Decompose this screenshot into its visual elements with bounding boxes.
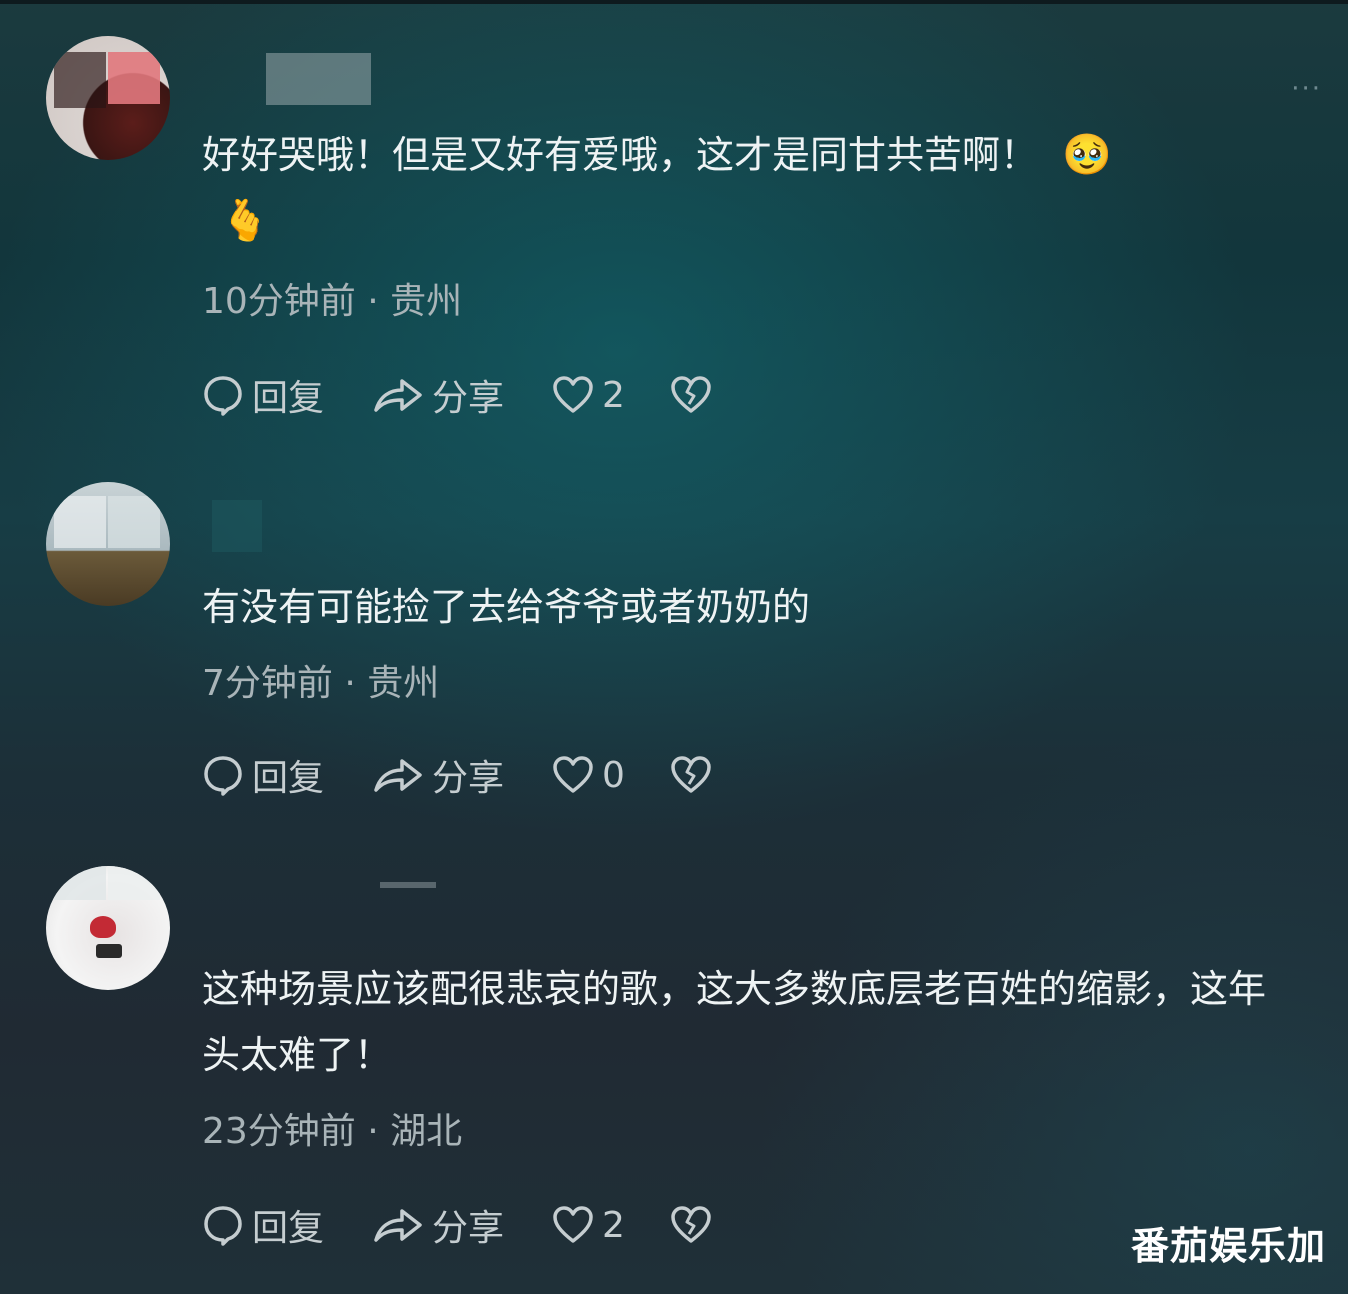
comment-actions: 回复 分享 2 (202, 370, 712, 420)
meta-separator: · (367, 281, 391, 322)
share-label: 分享 (432, 378, 505, 419)
username-blurred[interactable] (212, 500, 262, 552)
heart-icon (553, 376, 593, 413)
dislike-button[interactable] (670, 754, 712, 796)
watermark-text: 番茄娱乐加 (1130, 1224, 1326, 1268)
reply-button[interactable]: 回复 (202, 1199, 372, 1251)
avatar[interactable] (46, 36, 170, 160)
comment-actions: 回复 分享 2 (202, 1200, 712, 1250)
reply-label: 回复 (252, 1208, 325, 1249)
heart-icon (553, 1206, 593, 1243)
share-arrow-icon (374, 759, 422, 792)
share-arrow-icon (374, 1209, 422, 1242)
reply-button[interactable]: 回复 (202, 369, 372, 421)
avatar-heart-decoration (90, 916, 116, 938)
username-blurred[interactable] (380, 882, 436, 888)
share-label: 分享 (432, 758, 505, 799)
like-button[interactable]: 2 (552, 1204, 670, 1246)
reply-bubble-icon (204, 376, 242, 416)
comment-text: 好好哭哦！但是又好有爱哦，这才是同甘共苦啊！ 🥹 🫰 (202, 122, 1282, 254)
broken-heart-icon (671, 1206, 711, 1243)
broken-heart-icon (671, 756, 711, 793)
like-count: 2 (602, 1204, 625, 1246)
avatar[interactable] (46, 866, 170, 990)
dislike-button[interactable] (670, 1204, 712, 1246)
comment-location: 贵州 (390, 281, 463, 322)
avatar[interactable] (46, 482, 170, 606)
broken-heart-icon (671, 376, 711, 413)
dislike-button[interactable] (670, 374, 712, 416)
more-options-icon[interactable]: ··· (1291, 74, 1322, 104)
meta-separator: · (367, 1111, 391, 1152)
like-button[interactable]: 0 (552, 754, 670, 796)
comment-actions: 回复 分享 0 (202, 750, 712, 800)
share-button[interactable]: 分享 (372, 749, 552, 801)
heart-icon (553, 756, 593, 793)
comment-time: 7分钟前 (202, 663, 333, 704)
pleading-face-emoji: 🥹 (1062, 132, 1112, 178)
comment-body: 好好哭哦！但是又好有爱哦，这才是同甘共苦啊！ (202, 133, 1039, 177)
comment-location: 湖北 (390, 1111, 463, 1152)
reply-label: 回复 (252, 758, 325, 799)
share-arrow-icon (374, 379, 422, 412)
reply-bubble-icon (204, 1206, 242, 1246)
comment-location: 贵州 (367, 663, 440, 704)
top-border (0, 0, 1348, 4)
finger-heart-emoji: 🫰 (220, 198, 270, 244)
comment-meta: 10分钟前 · 贵州 (202, 272, 462, 324)
share-label: 分享 (432, 1208, 505, 1249)
like-count: 0 (602, 754, 625, 796)
comment-text: 这种场景应该配很悲哀的歌，这大多数底层老百姓的缩影，这年头太难了！ (202, 956, 1282, 1088)
reply-button[interactable]: 回复 (202, 749, 372, 801)
comment-body: 这种场景应该配很悲哀的歌，这大多数底层老百姓的缩影，这年头太难了！ (202, 967, 1267, 1077)
meta-separator: · (344, 663, 368, 704)
reply-bubble-icon (204, 756, 242, 796)
comment-text: 有没有可能捡了去给爷爷或者奶奶的 (202, 574, 1282, 640)
comment-meta: 23分钟前 · 湖北 (202, 1102, 462, 1154)
reply-label: 回复 (252, 378, 325, 419)
username-blurred[interactable] (266, 53, 371, 105)
comment-body: 有没有可能捡了去给爷爷或者奶奶的 (202, 585, 811, 629)
share-button[interactable]: 分享 (372, 369, 552, 421)
share-button[interactable]: 分享 (372, 1199, 552, 1251)
comment-time: 10分钟前 (202, 281, 356, 322)
comment-time: 23分钟前 (202, 1111, 356, 1152)
comment-meta: 7分钟前 · 贵州 (202, 654, 439, 706)
like-count: 2 (602, 374, 625, 416)
like-button[interactable]: 2 (552, 374, 670, 416)
